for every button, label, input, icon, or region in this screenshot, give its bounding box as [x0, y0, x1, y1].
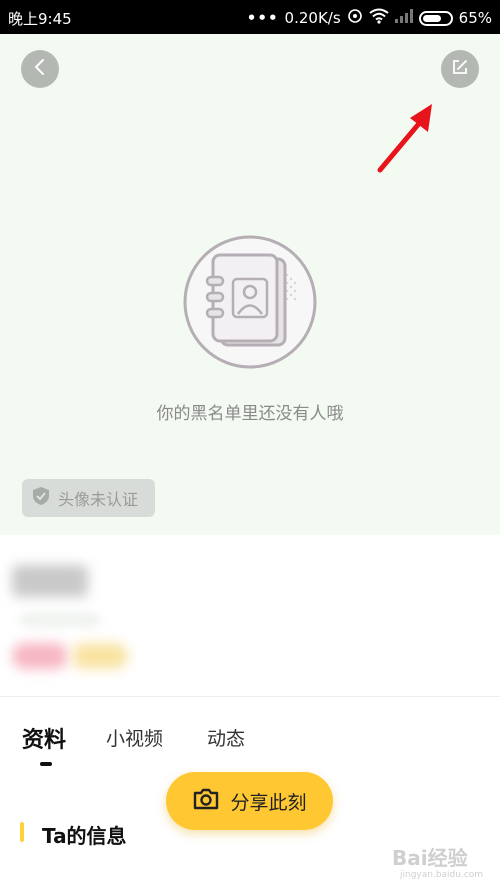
annotation-arrow [377, 104, 432, 173]
camera-icon [192, 787, 220, 816]
status-right: ••• 0.20K/s 65% [247, 8, 492, 28]
tab-profile[interactable]: 资料 [22, 722, 66, 754]
divider [0, 696, 500, 697]
edit-icon [451, 58, 469, 80]
battery-percent: 65% [458, 9, 492, 27]
signal-icon [394, 9, 413, 27]
share-moment-button[interactable]: 分享此刻 [166, 772, 333, 830]
status-bar: 晚上9:45 ••• 0.20K/s 65% [0, 0, 500, 34]
section-accent-bar [20, 822, 24, 842]
empty-blacklist-message: 你的黑名单里还没有人哦 [156, 404, 344, 424]
network-speed: 0.20K/s [284, 9, 341, 27]
blurred-tag [12, 643, 68, 669]
blurred-username [12, 565, 88, 597]
section-title: Ta的信息 [42, 824, 127, 848]
back-button[interactable] [21, 50, 59, 88]
tab-moments[interactable]: 动态 [207, 724, 245, 751]
share-button-label: 分享此刻 [230, 791, 307, 814]
edit-button[interactable] [441, 50, 479, 88]
wifi-icon [369, 8, 389, 28]
battery-icon [418, 10, 453, 26]
avatar-unverified-badge[interactable]: 头像未认证 [22, 479, 155, 517]
blurred-tag [72, 643, 128, 669]
shield-icon [32, 486, 50, 510]
chevron-left-icon [33, 58, 47, 80]
tab-active-indicator [40, 762, 52, 766]
watermark-url: jingyan.baidu.com [400, 870, 484, 880]
sync-icon [347, 8, 363, 28]
tab-short-videos[interactable]: 小视频 [106, 724, 163, 751]
contacts-book-icon [183, 235, 317, 369]
avatar-badge-label: 头像未认证 [58, 490, 139, 509]
watermark: Bai经验 [392, 846, 468, 870]
profile-info-blurred [0, 535, 500, 695]
more-dots-icon: ••• [246, 9, 279, 27]
blurred-subline [20, 613, 100, 627]
status-time: 晚上9:45 [8, 10, 72, 28]
